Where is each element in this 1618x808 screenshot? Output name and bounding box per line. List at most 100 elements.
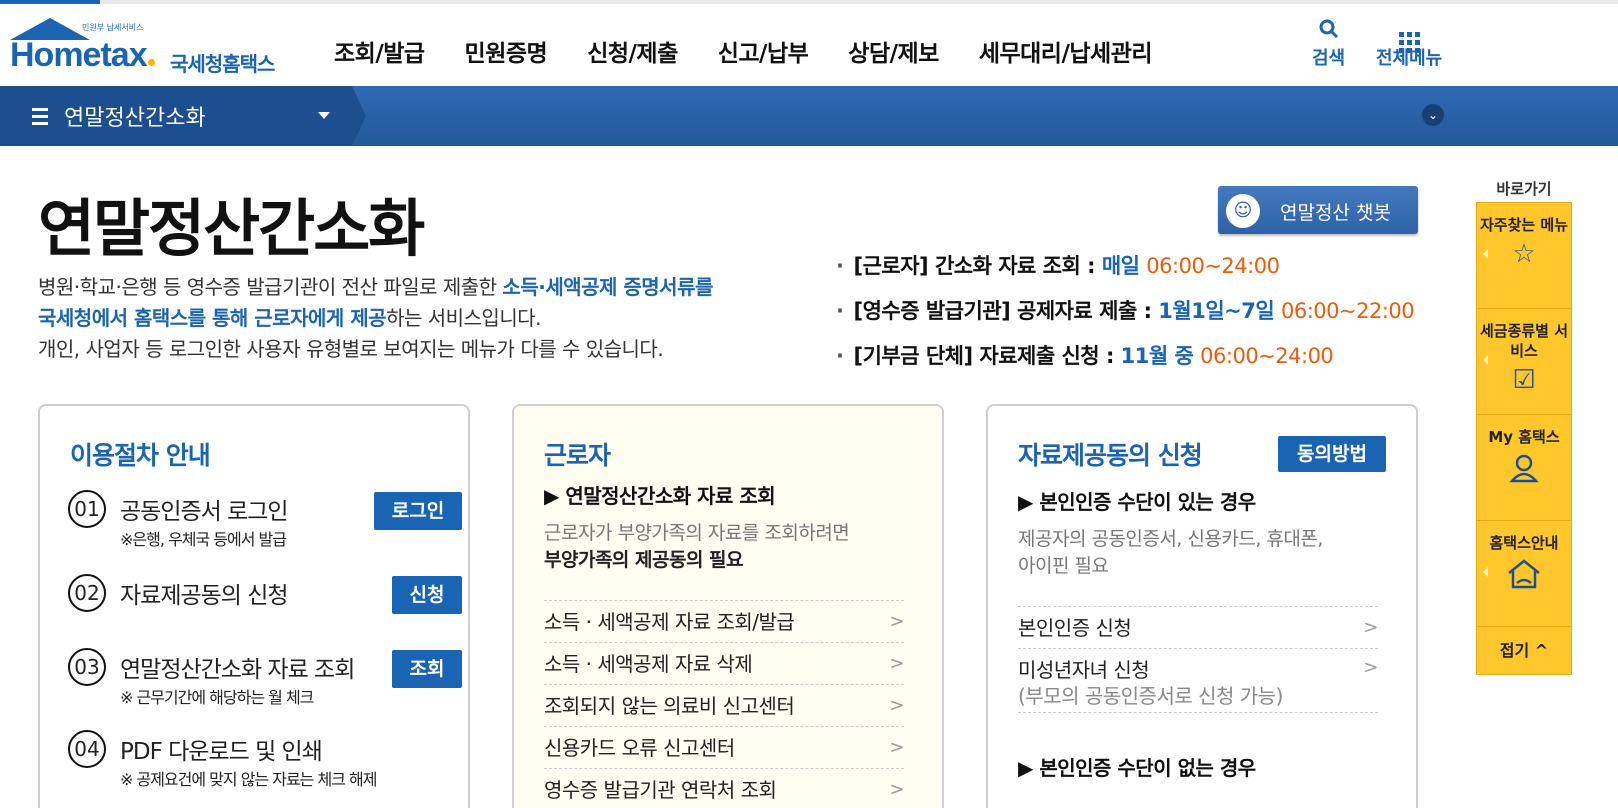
star-icon: ☆	[1512, 239, 1536, 269]
worker-note-2: 부양가족의 제공동의 필요	[544, 549, 744, 571]
user-icon	[1477, 451, 1571, 492]
usage-guide-title: 이용절차 안내	[70, 441, 211, 470]
link-issuer-contact[interactable]: 영수증 발급기관 연락처 조회 >	[544, 768, 904, 808]
consent-subheading-2: ▶ 본인인증 수단이 없는 경우	[1018, 756, 1256, 780]
quick-fold-button[interactable]: 접기 ^	[1477, 627, 1571, 675]
logo-brand: Hometax	[10, 36, 155, 75]
all-menu-button[interactable]: 전체메뉴	[1376, 18, 1442, 70]
chevron-right-icon: >	[889, 737, 904, 758]
worker-title: 근로자	[544, 441, 611, 470]
link-label: 조회되지 않는 의료비 신고센터	[544, 694, 795, 718]
schedule-label: [근로자] 간소화 자료 조회 :	[853, 254, 1102, 278]
gnb-filing[interactable]: 신고/납부	[718, 34, 809, 68]
gnb-application[interactable]: 신청/제출	[587, 34, 678, 68]
consent-link-list: 본인인증 신청 > 미성년자녀 신청 (부모의 공동인증서로 신청 가능) >	[1018, 606, 1378, 713]
hometax-logo[interactable]: 민원부 납세서비스 Hometax 국세청홈택스	[8, 14, 278, 78]
search-button[interactable]: 검색	[1312, 18, 1345, 70]
link-label: 영수증 발급기관 연락처 조회	[544, 778, 777, 802]
quick-label: 자주찾는 메뉴	[1479, 216, 1569, 234]
schedule-period: 11월 중	[1120, 344, 1201, 368]
step-number: 04	[68, 730, 106, 768]
checkbox-icon: ☑	[1512, 365, 1536, 395]
desc-text-3: 개인, 사업자 등 로그인한 사용자 유형별로 보여지는 메뉴가 다를 수 있습…	[38, 337, 664, 361]
desc-highlight-1: 소득·세액공제 증명서류를	[502, 275, 713, 299]
desc-highlight-2: 국세청에서 홈택스를 통해 근로자에게 제공	[38, 306, 387, 330]
chevron-right-icon: >	[889, 779, 904, 800]
link-deduction-inquiry[interactable]: 소득 · 세액공제 자료 조회/발급 >	[544, 600, 904, 642]
consent-subheading-1: ▶ 본인인증 수단이 있는 경우	[1018, 490, 1256, 514]
gnb-consulting[interactable]: 상담/제보	[848, 34, 939, 68]
schedule-item: · [기부금 단체] 자료제출 신청 : 11월 중 06:00~24:00	[836, 344, 1334, 368]
apply-button[interactable]: 신청	[392, 576, 462, 614]
link-medical-report[interactable]: 조회되지 않는 의료비 신고센터 >	[544, 684, 904, 726]
caret-down-icon	[318, 112, 330, 119]
search-icon	[1312, 18, 1345, 44]
logo-brand-text: Hometax	[10, 36, 148, 74]
worker-note: 근로자가 부양가족의 자료를 조회하려면 부양가족의 제공동의 필요	[544, 520, 850, 574]
link-note: (부모의 공동인증서로 신청 가능)	[1018, 684, 1283, 708]
quick-item-my-hometax[interactable]: My 홈택스	[1477, 415, 1571, 521]
consent-note: 제공자의 공동인증서, 신용카드, 휴대폰, 아이핀 필요	[1018, 526, 1323, 580]
quick-item-tax-types[interactable]: 세금종류별 서비스 ☑	[1477, 309, 1571, 415]
consent-title: 자료제공동의 신청	[1018, 441, 1203, 470]
chatbot-button[interactable]: ☺ 연말정산 챗봇	[1218, 186, 1418, 234]
inquiry-button[interactable]: 조회	[392, 650, 462, 688]
consent-note-1: 제공자의 공동인증서, 신용카드, 휴대폰,	[1018, 528, 1323, 550]
schedule-period: 1월1일~7일	[1158, 299, 1281, 323]
gnb-certificates[interactable]: 민원증명	[465, 34, 548, 68]
step-title: 공동인증서 로그인	[120, 499, 289, 525]
sub-nav-menu[interactable]: 연말정산간소화	[0, 86, 352, 146]
header: 민원부 납세서비스 Hometax 국세청홈택스 조회/발급 민원증명 신청/제…	[0, 4, 1618, 84]
sub-nav-bar: 연말정산간소화 ⌄	[0, 86, 1618, 146]
consent-card: 자료제공동의 신청 동의방법 ▶ 본인인증 수단이 있는 경우 제공자의 공동인…	[986, 404, 1418, 808]
quick-bar: 바로가기 자주찾는 메뉴 ☆ 세금종류별 서비스 ☑ My 홈택스 홈택스안내 …	[1476, 176, 1572, 675]
gnb-inquiry[interactable]: 조회/발급	[334, 34, 425, 68]
step-number: 03	[68, 648, 106, 686]
schedule-item: · [영수증 발급기관] 공제자료 제출 : 1월1일~7일 06:00~22:0…	[836, 299, 1415, 323]
chevron-down-circle-icon[interactable]: ⌄	[1422, 104, 1444, 126]
step-number: 01	[68, 490, 106, 528]
usage-guide-card: 이용절차 안내 01 공동인증서 로그인 ※은행, 우체국 등에서 발급 로그인…	[38, 404, 470, 808]
link-self-auth[interactable]: 본인인증 신청 >	[1018, 606, 1378, 648]
login-button[interactable]: 로그인	[374, 492, 462, 530]
schedule-item: · [근로자] 간소화 자료 조회 : 매일 06:00~24:00	[836, 254, 1280, 278]
schedule-time: 06:00~24:00	[1146, 254, 1280, 278]
divider	[1018, 712, 1378, 713]
quick-box: 자주찾는 메뉴 ☆ 세금종류별 서비스 ☑ My 홈택스 홈택스안내 접기 ^	[1476, 202, 1572, 675]
gnb-agent[interactable]: 세무대리/납세관리	[979, 34, 1153, 68]
search-label: 검색	[1312, 48, 1346, 69]
schedule-label: [영수증 발급기관] 공제자료 제출 :	[853, 299, 1159, 323]
grid-icon	[1376, 18, 1442, 53]
step-note: ※ 공제요건에 맞지 않는 자료는 체크 해제	[120, 770, 377, 789]
schedule-time: 06:00~22:00	[1281, 299, 1415, 323]
consent-method-button[interactable]: 동의방법	[1278, 436, 1386, 472]
sub-nav-arrow	[352, 86, 366, 146]
quick-label: 세금종류별 서비스	[1479, 322, 1569, 360]
quick-label: My 홈택스	[1488, 428, 1560, 446]
link-label: 본인인증 신청	[1018, 616, 1132, 640]
step-note: ※ 근무기간에 해당하는 월 체크	[120, 688, 314, 707]
arrow-left-icon	[1483, 567, 1488, 577]
link-label: 신용카드 오류 신고센터	[544, 736, 735, 760]
link-deduction-delete[interactable]: 소득 · 세액공제 자료 삭제 >	[544, 642, 904, 684]
quick-item-favorites[interactable]: 자주찾는 메뉴 ☆	[1477, 203, 1571, 309]
worker-note-1: 근로자가 부양가족의 자료를 조회하려면	[544, 522, 850, 544]
chatbot-icon: ☺	[1226, 194, 1260, 228]
arrow-left-icon	[1483, 249, 1488, 259]
link-label: 소득 · 세액공제 자료 삭제	[544, 652, 753, 676]
desc-text-2: 하는 서비스입니다.	[386, 306, 541, 330]
logo-tagline: 민원부 납세서비스	[82, 23, 144, 32]
schedule-list: · [근로자] 간소화 자료 조회 : 매일 06:00~24:00 · [영수증 …	[836, 244, 1415, 379]
step-title: PDF 다운로드 및 인쇄	[120, 739, 323, 765]
quick-item-hometax-guide[interactable]: 홈택스안내	[1477, 521, 1571, 627]
step-note: ※은행, 우체국 등에서 발급	[120, 530, 287, 549]
all-menu-label: 전체메뉴	[1376, 48, 1443, 69]
page-title: 연말정산간소화	[38, 192, 425, 265]
chevron-right-icon: >	[889, 611, 904, 632]
sub-nav-title: 연말정산간소화	[64, 106, 206, 131]
worker-link-list: 소득 · 세액공제 자료 조회/발급 > 소득 · 세액공제 자료 삭제 > 조회되…	[544, 600, 904, 808]
logo-korean: 국세청홈택스	[170, 52, 275, 76]
link-card-error-report[interactable]: 신용카드 오류 신고센터 >	[544, 726, 904, 768]
link-minor-child[interactable]: 미성년자녀 신청 (부모의 공동인증서로 신청 가능) >	[1018, 648, 1378, 712]
step-title: 연말정산간소화 자료 조회	[120, 657, 355, 683]
